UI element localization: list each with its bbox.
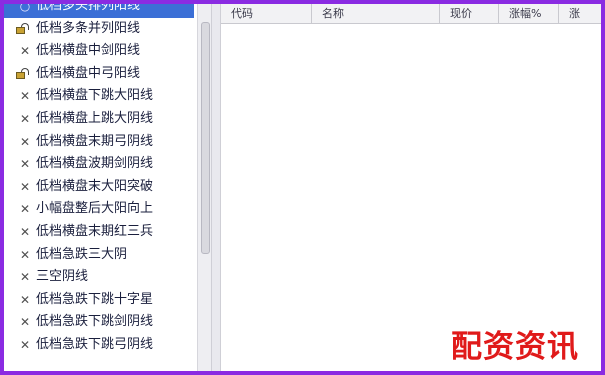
tree-item-label: 低档横盘末期红三兵 [36,223,154,239]
tree-item-label: 低档横盘波期剑阴线 [36,156,154,172]
tree-item[interactable]: ✕ 低档横盘上跳大阴线 [4,108,194,131]
column-header-name[interactable]: 名称 [312,4,440,23]
x-icon: ✕ [19,337,31,352]
x-icon: ✕ [19,179,31,194]
x-icon: ✕ [19,134,31,149]
tree-item-label: 低档横盘末期弓阴线 [36,133,154,149]
tree-item-label: 低档横盘末大阳突破 [36,178,154,194]
circle-icon: ○ [19,4,31,13]
watermark-text: 配资资讯 [451,329,579,365]
tree-item-label: 三空阴线 [36,269,89,285]
x-icon: ✕ [19,44,31,59]
column-header-change[interactable]: 涨 [559,4,601,23]
scrollbar-thumb[interactable] [201,22,210,254]
tree-item[interactable]: ✕ 低档横盘末大阳突破 [4,176,194,199]
tree-item[interactable]: ✕ 低档横盘末期弓阴线 [4,131,194,154]
tree-item[interactable]: 低档多条并列阳线 [4,18,194,41]
pattern-tree-panel: ○ 低档多头排列阳线 低档多条并列阳线 ✕ 低档横盘中剑阳线 低档横盘中弓阳线 … [4,4,211,371]
grid-header: 代码 名称 现价 涨幅% 涨 [221,4,601,24]
tree-item[interactable]: ○ 低档多头排列阳线 [4,4,194,18]
x-icon: ✕ [19,315,31,330]
x-icon: ✕ [19,89,31,104]
tree-item[interactable]: ✕ 小幅盘整后大阳向上 [4,198,194,221]
tree-item-label: 低档多条并列阳线 [36,20,141,36]
tree-item[interactable]: ✕ 低档急跌下跳剑阴线 [4,311,194,334]
pattern-tree: ○ 低档多头排列阳线 低档多条并列阳线 ✕ 低档横盘中剑阳线 低档横盘中弓阳线 … [4,4,194,357]
tree-item-label: 低档急跌下跳剑阴线 [36,314,154,330]
tree-item-label: 低档横盘中剑阳线 [36,43,141,59]
x-icon: ✕ [19,292,31,307]
column-header-code[interactable]: 代码 [221,4,312,23]
x-icon: ✕ [19,224,31,239]
tree-item[interactable]: ✕ 低档急跌下跳弓阴线 [4,334,194,357]
stock-grid: 代码 名称 现价 涨幅% 涨 [221,4,601,371]
tree-item[interactable]: ✕ 低档急跌下跳十字星 [4,289,194,312]
tree-item[interactable]: 低档横盘中弓阳线 [4,63,194,86]
tree-item-label: 低档横盘上跳大阴线 [36,110,154,126]
panel-splitter[interactable] [211,4,221,371]
tree-item-label: 低档横盘中弓阳线 [36,65,141,81]
tree-item-label: 低档横盘下跳大阳线 [36,88,154,104]
x-icon: ✕ [19,247,31,262]
column-header-price[interactable]: 现价 [440,4,499,23]
tree-item[interactable]: ✕ 低档横盘下跳大阳线 [4,85,194,108]
tree-item-label: 低档急跌三大阴 [36,246,128,262]
x-icon: ✕ [19,157,31,172]
tree-item[interactable]: ✕ 低档横盘末期红三兵 [4,221,194,244]
lock-icon [16,67,29,79]
tree-item-label: 小幅盘整后大阳向上 [36,201,154,217]
lock-icon [16,22,29,34]
column-header-change-pct[interactable]: 涨幅% [499,4,559,23]
tree-item[interactable]: ✕ 低档横盘中剑阳线 [4,40,194,63]
tree-item-label: 低档多头排列阳线 [36,4,141,13]
tree-item-label: 低档急跌下跳弓阴线 [36,336,154,352]
tree-item-label: 低档急跌下跳十字星 [36,291,154,307]
tree-scrollbar[interactable] [197,4,211,371]
tree-item[interactable]: ✕ 低档急跌三大阴 [4,244,194,267]
x-icon: ✕ [19,111,31,126]
x-icon: ✕ [19,270,31,285]
x-icon: ✕ [19,202,31,217]
tree-item[interactable]: ✕ 三空阴线 [4,266,194,289]
tree-item[interactable]: ✕ 低档横盘波期剑阴线 [4,153,194,176]
